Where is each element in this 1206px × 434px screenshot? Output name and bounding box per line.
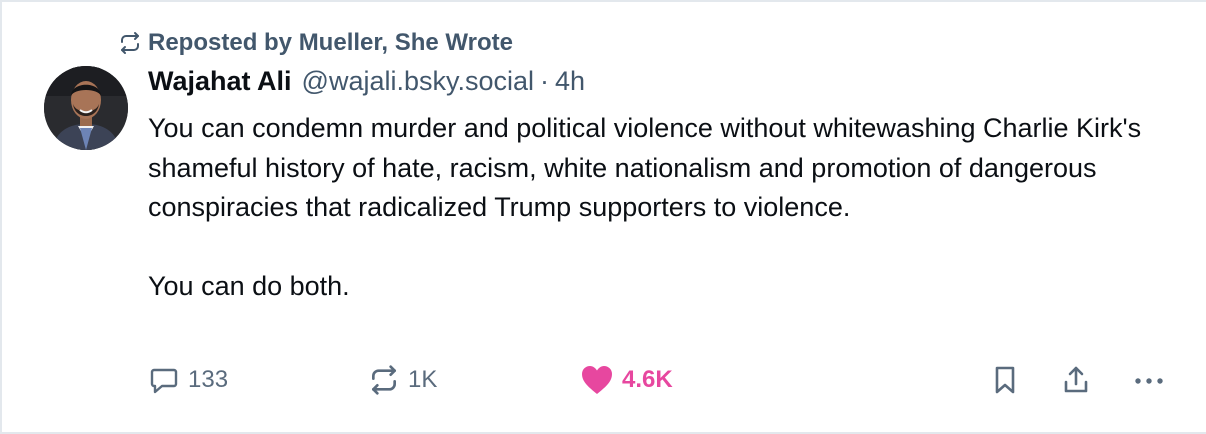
avatar[interactable]	[44, 66, 128, 150]
user-avatar	[44, 66, 128, 150]
author-handle[interactable]: @wajali.bsky.social	[302, 66, 534, 97]
repost-indicator[interactable]: Reposted by Mueller, She Wrote	[118, 28, 513, 58]
reply-count: 133	[188, 366, 229, 393]
header-separator: ·	[540, 66, 550, 96]
repost-icon	[118, 31, 142, 55]
repost-count: 1K	[408, 366, 438, 393]
more-options-button[interactable]	[1132, 362, 1166, 398]
heart-icon	[580, 364, 614, 396]
reply-icon	[148, 364, 180, 396]
author-name[interactable]: Wajahat Ali	[148, 66, 292, 97]
post-timestamp[interactable]: 4h	[555, 66, 585, 97]
bookmark-button[interactable]	[990, 362, 1020, 398]
bookmark-icon	[990, 364, 1020, 396]
share-button[interactable]	[1060, 362, 1092, 398]
post-actions: 133 1K 4.6K	[148, 362, 1178, 398]
post-text: You can condemn murder and political vio…	[148, 109, 1178, 307]
post-paragraph: You can do both.	[148, 271, 350, 301]
post-header: Wajahat Ali @wajali.bsky.social · 4h	[148, 66, 585, 100]
like-count: 4.6K	[622, 366, 673, 393]
more-icon	[1132, 364, 1166, 396]
repost-label: Reposted by Mueller, She Wrote	[148, 29, 513, 56]
repost-icon	[368, 364, 400, 396]
repost-button[interactable]: 1K	[368, 362, 437, 398]
like-button[interactable]: 4.6K	[580, 362, 673, 398]
post-card[interactable]: Reposted by Mueller, She Wrote Wajahat A…	[0, 0, 1206, 434]
share-icon	[1060, 364, 1092, 396]
reply-button[interactable]: 133	[148, 362, 228, 398]
post-paragraph: You can condemn murder and political vio…	[148, 113, 1142, 222]
